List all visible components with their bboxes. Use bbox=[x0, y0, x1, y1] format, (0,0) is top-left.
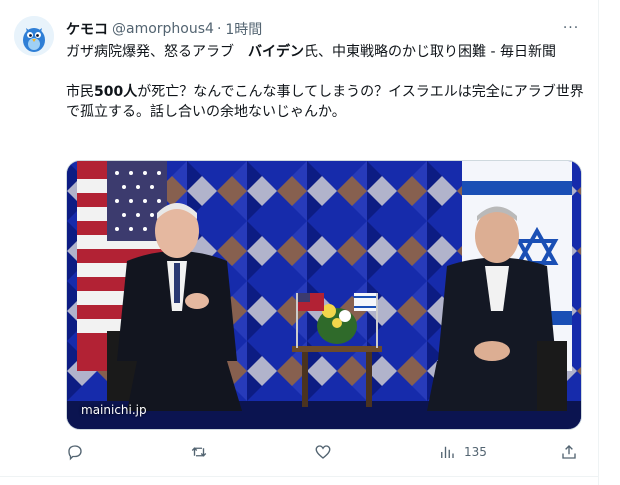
user-handle[interactable]: @amorphous4 bbox=[112, 21, 214, 37]
timestamp[interactable]: 1時間 bbox=[225, 19, 262, 39]
retweet-icon bbox=[191, 447, 207, 457]
reply-button[interactable] bbox=[66, 440, 84, 464]
bird-avatar-icon bbox=[14, 16, 54, 56]
tweet-divider bbox=[0, 476, 598, 477]
tweet-text: ガザ病院爆発、怒るアラブ バイデン氏、中東戦略のかじ取り困難 - 毎日新聞 市民… bbox=[66, 42, 586, 122]
tweet-photo[interactable]: mainichi.jp bbox=[66, 160, 582, 430]
headline-part: ガザ病院爆発、怒るアラブ bbox=[66, 44, 248, 60]
like-button[interactable] bbox=[314, 440, 332, 464]
comment-part: 市民 bbox=[66, 84, 94, 100]
comment-part: が死亡？なんでこんな事してしまうの？イスラエルは完全にアラブ世界で孤立する。話し… bbox=[66, 84, 584, 120]
headline-bold: バイデン bbox=[248, 44, 304, 60]
photo-watermark: mainichi.jp bbox=[81, 403, 147, 417]
display-name[interactable]: ケモコ bbox=[66, 19, 108, 39]
separator-dot: · bbox=[216, 21, 222, 37]
share-icon bbox=[562, 445, 576, 459]
views-button[interactable]: 135 bbox=[438, 440, 487, 464]
column-divider bbox=[598, 0, 599, 485]
comment-bold: 500人 bbox=[94, 84, 138, 100]
views-count: 135 bbox=[464, 445, 487, 459]
more-options-icon[interactable]: ··· bbox=[560, 18, 582, 38]
tweet-line-headline: ガザ病院爆発、怒るアラブ バイデン氏、中東戦略のかじ取り困難 - 毎日新聞 bbox=[66, 42, 586, 62]
reply-icon bbox=[68, 445, 82, 461]
tweet-header: ケモコ @amorphous4 · 1時間 bbox=[66, 18, 262, 40]
share-button[interactable] bbox=[560, 440, 578, 464]
headline-part: 氏、中東戦略のかじ取り困難 - 毎日新聞 bbox=[304, 44, 556, 60]
tweet-actions-bar: 135 bbox=[66, 438, 586, 466]
retweet-button[interactable] bbox=[190, 440, 208, 464]
views-icon bbox=[441, 446, 454, 458]
tweet-line-comment: 市民500人が死亡？なんでこんな事してしまうの？イスラエルは完全にアラブ世界で孤… bbox=[66, 82, 586, 122]
avatar[interactable] bbox=[14, 16, 54, 56]
news-photo-illustration bbox=[67, 161, 581, 429]
heart-icon bbox=[315, 445, 331, 459]
